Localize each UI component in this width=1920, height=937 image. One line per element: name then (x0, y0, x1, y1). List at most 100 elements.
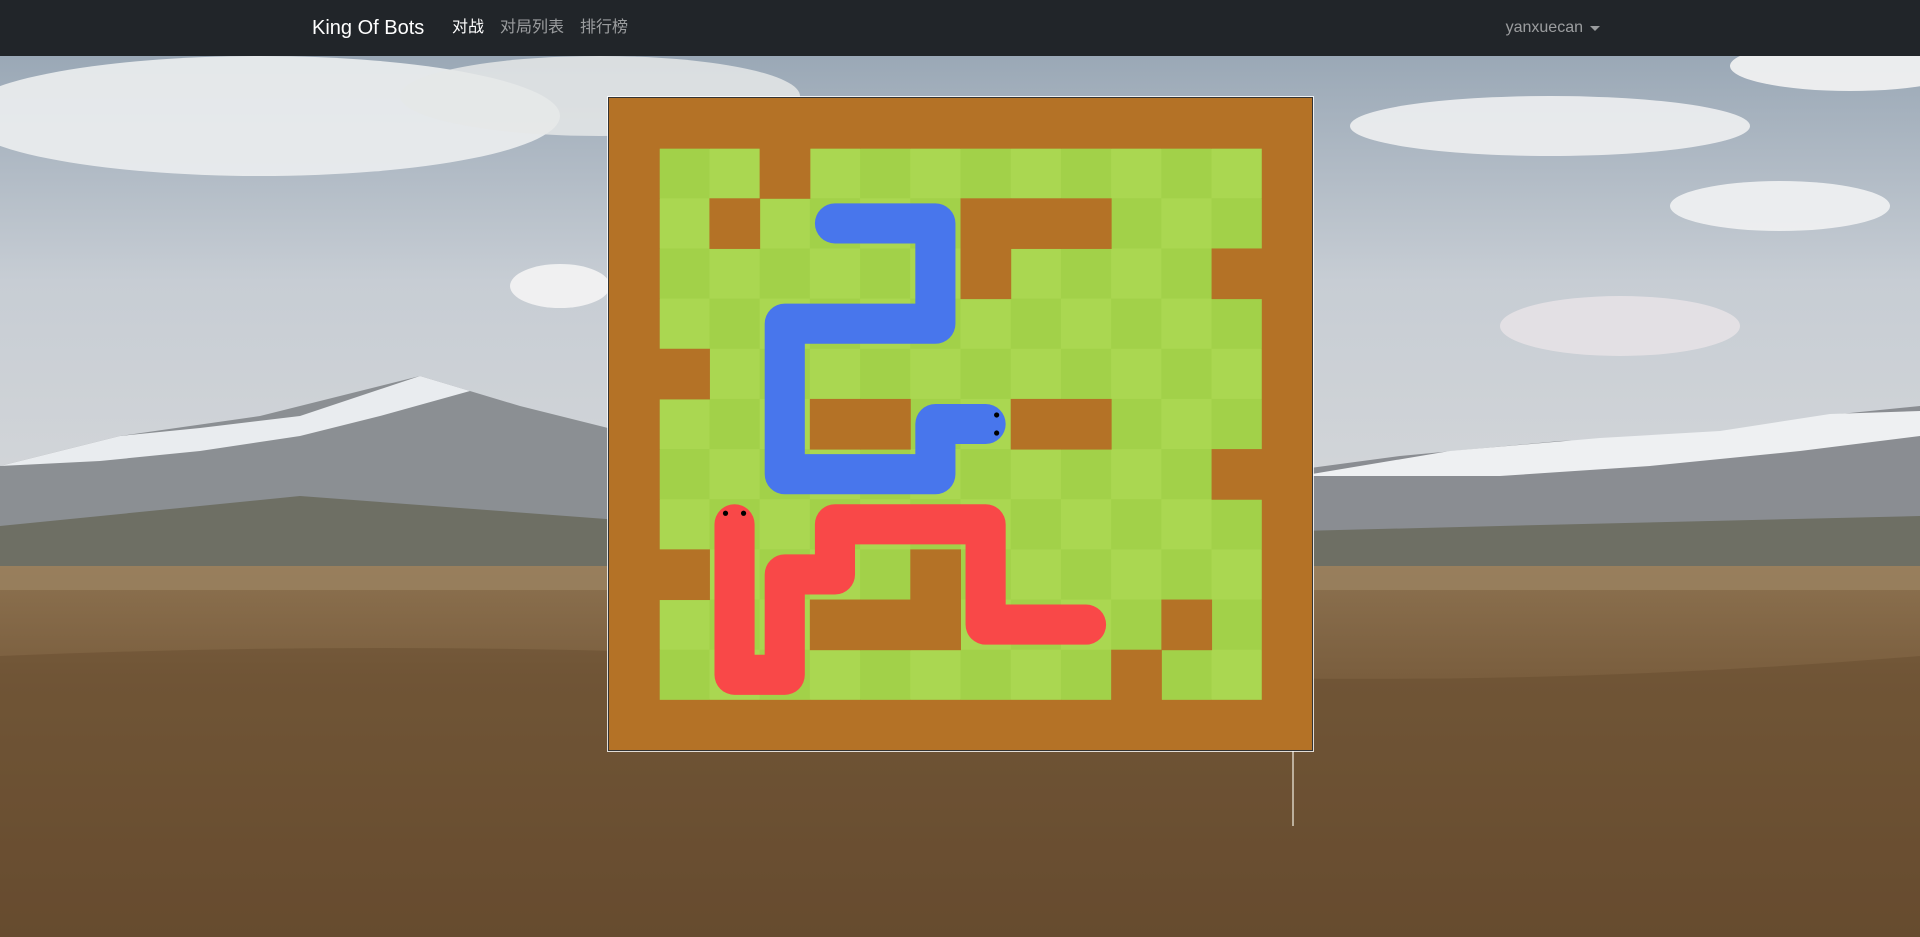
grass-cell (860, 549, 911, 601)
wall-cell (659, 699, 710, 750)
wall-cell (609, 198, 660, 249)
grass-cell (1060, 649, 1112, 701)
wall-cell (659, 348, 710, 400)
grass-cell (1010, 649, 1062, 701)
wall-cell (809, 599, 861, 651)
wall-cell (960, 699, 1012, 750)
wall-cell (709, 699, 761, 750)
grass-cell (659, 198, 710, 249)
grass-cell (1211, 398, 1263, 450)
wall-cell (1261, 499, 1312, 550)
wall-cell (960, 248, 1012, 300)
grass-cell (1010, 298, 1062, 350)
grass-cell (860, 248, 911, 300)
grass-cell (1060, 499, 1112, 550)
brand-link[interactable]: King Of Bots (312, 14, 424, 42)
wall-cell (1261, 248, 1312, 300)
wall-cell (1261, 198, 1312, 249)
wall-cell (1261, 148, 1312, 199)
grass-cell (1111, 298, 1162, 350)
wall-cell (1211, 98, 1263, 149)
user-dropdown[interactable]: yanxuecan (1506, 16, 1600, 40)
wall-cell (1161, 699, 1213, 750)
wall-cell (809, 398, 861, 450)
wall-cell (1261, 699, 1312, 750)
grass-cell (1060, 549, 1112, 601)
grass-cell (659, 248, 710, 300)
grass-cell (1161, 499, 1213, 550)
grass-cell (1010, 499, 1062, 550)
grass-cell (960, 449, 1012, 500)
wall-cell (910, 699, 961, 750)
wall-cell (1060, 198, 1112, 249)
wall-cell (609, 699, 660, 750)
game-map (609, 98, 1312, 750)
grass-cell (1010, 248, 1062, 300)
wall-cell (609, 398, 660, 450)
grass-cell (1161, 549, 1213, 601)
wall-cell (1211, 699, 1263, 750)
grass-cell (960, 348, 1012, 400)
grass-cell (1010, 148, 1062, 199)
grass-cell (1161, 649, 1213, 701)
wall-cell (659, 98, 710, 149)
grass-cell (960, 148, 1012, 199)
grass-cell (659, 599, 710, 651)
game-board[interactable] (608, 97, 1313, 751)
nav-link-record-list[interactable]: 对局列表 (500, 16, 564, 40)
grass-cell (1161, 148, 1213, 199)
wall-cell (609, 248, 660, 300)
wall-cell (1261, 449, 1312, 500)
grass-cell (1060, 449, 1112, 500)
grass-cell (659, 499, 710, 550)
wall-cell (659, 549, 710, 601)
grass-cell (1211, 549, 1263, 601)
grass-cell (759, 248, 811, 300)
wall-cell (1010, 98, 1062, 149)
wall-cell (1261, 348, 1312, 400)
grass-cell (659, 148, 710, 199)
caret-down-icon (1590, 25, 1600, 31)
wall-cell (860, 699, 911, 750)
grass-cell (809, 348, 861, 400)
wall-cell (609, 298, 660, 350)
nav-links: 对战 对局列表 排行榜 (452, 16, 644, 40)
nav-link-ranklist[interactable]: 排行榜 (580, 16, 628, 40)
wall-cell (1111, 699, 1162, 750)
wall-cell (1010, 699, 1062, 750)
wall-cell (1060, 398, 1112, 450)
grass-cell (709, 298, 761, 350)
username: yanxuecan (1505, 19, 1583, 36)
grass-cell (1161, 348, 1213, 400)
grass-cell (1211, 298, 1263, 350)
snake-blue-eye (994, 430, 1000, 436)
grass-cell (709, 148, 761, 199)
wall-cell (759, 98, 811, 149)
wall-cell (1261, 549, 1312, 601)
wall-cell (910, 599, 961, 651)
grass-cell (1010, 348, 1062, 400)
wall-cell (1261, 649, 1312, 701)
grass-cell (809, 248, 861, 300)
wall-cell (910, 549, 961, 601)
top-navbar: King Of Bots 对战 对局列表 排行榜 yanxuecan (0, 0, 1920, 56)
grass-cell (1211, 649, 1263, 701)
grass-cell (860, 348, 911, 400)
grass-cell (1060, 148, 1112, 199)
nav-link-pk[interactable]: 对战 (452, 16, 484, 40)
grass-cell (1111, 348, 1162, 400)
wall-cell (609, 148, 660, 199)
snake-red-eye (722, 510, 729, 516)
wall-cell (1010, 398, 1062, 450)
grass-cell (1060, 348, 1112, 400)
grass-cell (860, 649, 911, 701)
wall-cell (1111, 98, 1162, 149)
wall-cell (1261, 398, 1312, 450)
wall-cell (609, 649, 660, 701)
wall-cell (759, 148, 811, 199)
grass-cell (1111, 499, 1162, 550)
wall-cell (609, 348, 660, 400)
wall-cell (1111, 649, 1162, 701)
grass-cell (1060, 248, 1112, 300)
wall-cell (609, 449, 660, 500)
